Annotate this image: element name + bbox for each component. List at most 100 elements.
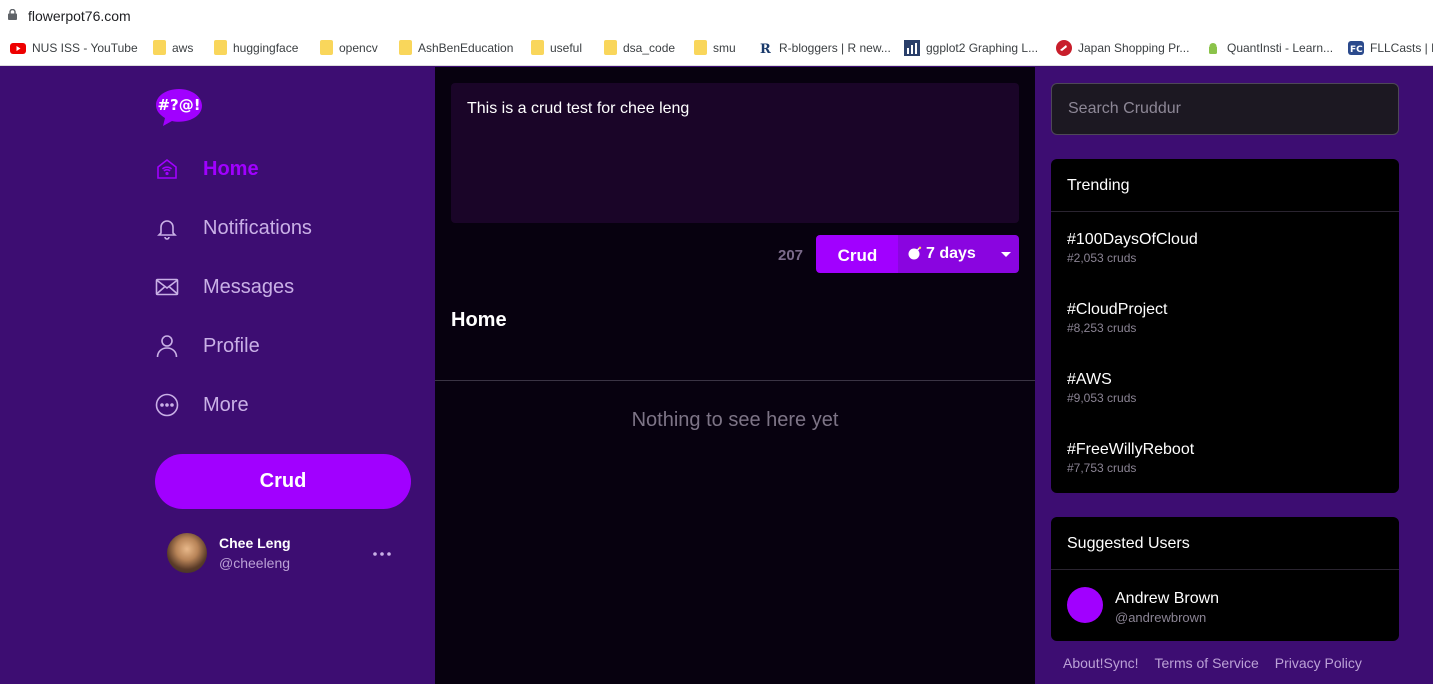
person-icon	[156, 335, 178, 358]
svg-text:FC: FC	[1350, 45, 1363, 55]
folder-icon	[399, 40, 412, 55]
bookmark-japan-shopping[interactable]: Japan Shopping Pr...	[1056, 40, 1189, 56]
logo-icon[interactable]: #?@!	[155, 87, 203, 127]
sidebar: #?@! Home Notifications Messages Profile…	[0, 67, 435, 684]
youtube-icon	[10, 43, 26, 54]
bookmark-ggplot2[interactable]: ggplot2 Graphing L...	[904, 40, 1038, 56]
caret-down-icon	[1001, 252, 1011, 257]
more-dots-icon[interactable]	[372, 551, 392, 557]
avatar[interactable]	[1067, 587, 1103, 623]
suggested-user-name[interactable]: Andrew Brown	[1115, 590, 1219, 608]
trend-count: #9,053 cruds	[1067, 391, 1137, 405]
nav-more[interactable]: More	[155, 393, 249, 417]
nav-messages[interactable]: Messages	[155, 275, 294, 299]
address-bar[interactable]: flowerpot76.com	[0, 0, 1433, 32]
nav-label: More	[203, 393, 249, 416]
bookmark-quantinsti[interactable]: QuantInsti - Learn...	[1205, 40, 1333, 56]
bookmark-fllcasts[interactable]: FC FLLCasts | B	[1348, 40, 1433, 56]
nav-profile[interactable]: Profile	[155, 334, 260, 358]
fllcasts-icon: FC	[1348, 41, 1364, 55]
home-icon	[157, 158, 177, 179]
trend-count: #8,253 cruds	[1067, 321, 1137, 335]
trend-name: #FreeWillyReboot	[1067, 441, 1195, 458]
char-count: 207	[778, 247, 804, 264]
ggplot-icon	[904, 40, 920, 56]
bookmark-label: NUS ISS - YouTube	[32, 41, 138, 55]
bookmark-label: aws	[172, 40, 194, 55]
empty-feed-message: Nothing to see here yet	[631, 409, 839, 431]
bookmark-rbloggers[interactable]: R R-bloggers | R new...	[757, 40, 891, 56]
footer-link-about[interactable]: About!Sync!	[1063, 655, 1139, 671]
folder-icon	[320, 40, 333, 55]
profile-card[interactable]: Chee Leng @cheeleng	[167, 533, 417, 575]
url-text[interactable]: flowerpot76.com	[28, 8, 131, 24]
bookmark-useful[interactable]: useful	[531, 40, 582, 55]
trend-count: #7,753 cruds	[1067, 461, 1137, 475]
trending-box: Trending #100DaysOfCloud #2,053 cruds #Cl…	[1051, 159, 1399, 493]
bookmark-nus-iss[interactable]: NUS ISS - YouTube	[10, 40, 138, 56]
search-input[interactable]	[1051, 83, 1399, 135]
profile-handle: @cheeleng	[219, 555, 291, 571]
trend-name: #100DaysOfCloud	[1067, 231, 1198, 248]
folder-icon	[153, 40, 166, 55]
post-crud-button[interactable]: Crud	[816, 235, 899, 273]
bookmark-aws[interactable]: aws	[153, 40, 193, 55]
android-icon	[1209, 43, 1217, 54]
bookmark-label: opencv	[339, 40, 378, 55]
bookmark-label: huggingface	[233, 40, 299, 55]
logo-text: #?@!	[157, 96, 200, 114]
trend-item[interactable]: #AWS #9,053 cruds	[1067, 371, 1136, 405]
bookmark-huggingface[interactable]: huggingface	[214, 40, 298, 55]
footer-link-privacy[interactable]: Privacy Policy	[1275, 655, 1362, 671]
folder-icon	[694, 40, 707, 55]
trend-name: #CloudProject	[1067, 301, 1168, 318]
trend-item[interactable]: #100DaysOfCloud #2,053 cruds	[1067, 231, 1198, 265]
bookmark-label: QuantInsti - Learn...	[1227, 41, 1334, 55]
bookmark-label: dsa_code	[623, 40, 676, 55]
footer-link-terms[interactable]: Terms of Service	[1155, 655, 1259, 671]
lock-icon	[8, 9, 17, 20]
right-sidebar: Trending #100DaysOfCloud #2,053 cruds #Cl…	[1035, 67, 1433, 684]
svg-text:R: R	[760, 42, 771, 56]
bookmark-label: AshBenEducation	[418, 40, 514, 55]
expiry-label: 7 days	[926, 245, 976, 262]
trend-item[interactable]: #CloudProject #8,253 cruds	[1067, 301, 1168, 335]
nav-label: Messages	[203, 275, 295, 298]
folder-icon	[604, 40, 617, 55]
more-circle-icon	[155, 393, 179, 417]
nav-home[interactable]: Home	[155, 157, 259, 181]
cruddur-app: #?@! Home Notifications Messages Profile…	[0, 67, 1433, 684]
suggested-user-handle: @andrewbrown	[1115, 610, 1207, 625]
compose-text: This is a crud test for chee leng	[467, 100, 690, 117]
page-title: Home	[451, 309, 507, 331]
divider	[435, 380, 1035, 381]
trending-title: Trending	[1051, 159, 1399, 212]
bookmark-opencv[interactable]: opencv	[320, 40, 378, 55]
trend-item[interactable]: #FreeWillyReboot #7,753 cruds	[1067, 441, 1194, 475]
bookmark-label: smu	[713, 40, 736, 55]
profile-name: Chee Leng	[219, 535, 291, 551]
nav-notifications[interactable]: Notifications	[155, 216, 312, 240]
bomb-icon	[908, 246, 922, 260]
suggested-users-box: Suggested Users Andrew Brown @andrewbrow…	[1051, 517, 1399, 641]
compose-textarea[interactable]: This is a crud test for chee leng	[451, 83, 1019, 223]
footer-links: About!Sync! Terms of Service Privacy Pol…	[1063, 655, 1362, 671]
bookmark-label: useful	[550, 40, 583, 55]
bookmark-dsa-code[interactable]: dsa_code	[604, 40, 675, 55]
nav-label: Notifications	[203, 216, 312, 239]
japan-shop-icon	[1056, 40, 1072, 56]
folder-icon	[214, 40, 227, 55]
trend-name: #AWS	[1067, 371, 1112, 388]
expiry-dropdown[interactable]: 7 days	[898, 235, 1019, 273]
bookmark-label: R-bloggers | R new...	[779, 41, 891, 55]
bell-icon	[157, 220, 177, 240]
suggested-title: Suggested Users	[1051, 517, 1399, 570]
crud-button[interactable]: Crud	[155, 454, 411, 509]
rbloggers-icon: R	[760, 42, 771, 56]
bookmark-ashbeneducation[interactable]: AshBenEducation	[399, 40, 513, 55]
bookmark-label: FLLCasts | B	[1370, 41, 1433, 55]
bookmark-label: ggplot2 Graphing L...	[926, 41, 1039, 55]
nav-label: Home	[203, 157, 259, 180]
avatar	[167, 533, 207, 573]
bookmark-smu[interactable]: smu	[694, 40, 736, 55]
